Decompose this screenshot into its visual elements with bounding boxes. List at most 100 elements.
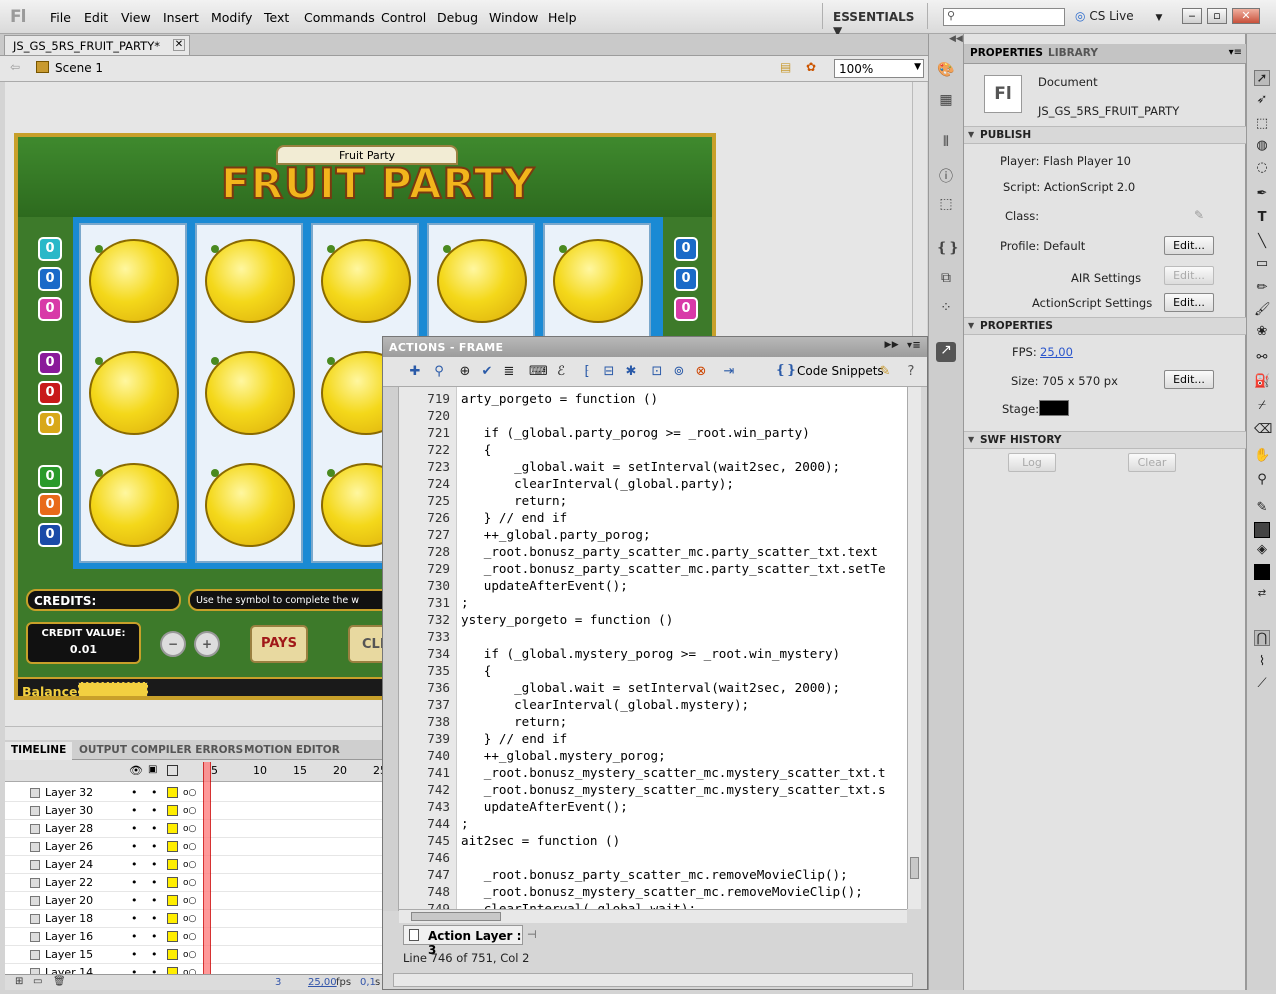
paint-bucket-tool-icon[interactable]: ⛽: [1254, 374, 1270, 390]
size-edit-button[interactable]: Edit...: [1164, 370, 1214, 389]
outline-icon[interactable]: [167, 765, 178, 776]
menu-window[interactable]: Window: [489, 10, 538, 25]
code-line[interactable]: clearInterval(_global.wait);: [461, 901, 696, 909]
tab-motion-editor[interactable]: MOTION EDITOR: [238, 742, 346, 760]
code-line[interactable]: } // end if: [461, 731, 567, 748]
tab-library[interactable]: LIBRARY: [1048, 47, 1098, 59]
layer-name[interactable]: Layer 20: [45, 894, 93, 907]
code-line[interactable]: updateAfterEvent();: [461, 578, 628, 595]
code-snippets-icon[interactable]: ❴❵: [775, 363, 797, 378]
code-line[interactable]: _global.wait = setInterval(wait2sec, 200…: [461, 459, 840, 476]
visibility-dot[interactable]: •: [131, 912, 138, 925]
code-line[interactable]: if (_global.party_porog >= _root.win_par…: [461, 425, 810, 442]
scene-label[interactable]: Scene 1: [55, 61, 103, 75]
code-line[interactable]: return;: [461, 714, 567, 731]
collapse-panel-icon[interactable]: ▶▶: [885, 340, 899, 350]
text-tool-icon[interactable]: T: [1254, 210, 1270, 226]
selection-tool-icon[interactable]: ➚: [1254, 70, 1270, 86]
pencil-icon[interactable]: ✎: [1194, 208, 1204, 222]
layer-row[interactable]: Layer 28 • • o○: [5, 820, 385, 838]
code-line[interactable]: _root.bonusz_mystery_scatter_mc.mystery_…: [461, 765, 886, 782]
back-arrow-icon[interactable]: ⇦: [10, 60, 20, 74]
lasso-tool-icon[interactable]: ◌: [1254, 160, 1270, 176]
code-line[interactable]: _root.bonusz_party_scatter_mc.removeMovi…: [461, 867, 848, 884]
scroll-thumb[interactable]: [411, 912, 501, 921]
lock-icon[interactable]: ▣: [148, 764, 157, 775]
free-transform-tool-icon[interactable]: ⬚: [1254, 116, 1270, 132]
visibility-dot[interactable]: •: [131, 894, 138, 907]
lock-dot[interactable]: •: [151, 786, 158, 799]
layer-name[interactable]: Layer 16: [45, 930, 93, 943]
menu-modify[interactable]: Modify: [211, 10, 252, 25]
menu-text[interactable]: Text: [264, 10, 289, 25]
straighten-icon[interactable]: ⟋: [1254, 676, 1270, 692]
code-editor[interactable]: 719 720 721 722 723 724 725 726 727 728 729 730 731 7…: [399, 387, 907, 909]
keyframe-icon[interactable]: o○: [183, 806, 196, 816]
swf-history-section-header[interactable]: SWF HISTORY: [964, 431, 1246, 449]
actions-panel-title[interactable]: ACTIONS - FRAME ▶▶ ▾≡: [383, 337, 927, 357]
layer-row[interactable]: Layer 30 • • o○: [5, 802, 385, 820]
lock-dot[interactable]: •: [151, 876, 158, 889]
add-statement-icon[interactable]: ✚: [407, 364, 423, 380]
layer-name[interactable]: Layer 28: [45, 822, 93, 835]
pin-script-icon[interactable]: ⊣: [527, 928, 537, 941]
subselection-tool-icon[interactable]: ➶: [1254, 92, 1270, 108]
code-line[interactable]: arty_porgeto = function (): [461, 391, 658, 408]
layer-row[interactable]: Layer 24 • • o○: [5, 856, 385, 874]
profile-edit-button[interactable]: Edit...: [1164, 236, 1214, 255]
menu-commands[interactable]: Commands: [304, 10, 375, 25]
layer-name[interactable]: Layer 30: [45, 804, 93, 817]
panel-menu-icon[interactable]: ▾≡: [907, 340, 921, 351]
close-button[interactable]: ✕: [1232, 8, 1260, 24]
menu-control[interactable]: Control: [381, 10, 426, 25]
outline-color-swatch[interactable]: [167, 931, 178, 942]
code-line[interactable]: _root.bonusz_mystery_scatter_mc.removeMo…: [461, 884, 863, 901]
menu-view[interactable]: View: [121, 10, 151, 25]
fps-value[interactable]: 25,00: [1040, 345, 1073, 359]
air-settings-edit-button[interactable]: Edit...: [1164, 266, 1214, 285]
check-syntax-icon[interactable]: ✔: [479, 364, 495, 380]
visibility-dot[interactable]: •: [131, 822, 138, 835]
publish-section-header[interactable]: PUBLISH: [964, 126, 1246, 144]
edit-scene-icon[interactable]: ▤: [780, 60, 791, 74]
eyedropper-tool-icon[interactable]: ⌿: [1254, 398, 1270, 414]
swap-colors-icon[interactable]: ⇄: [1254, 586, 1270, 602]
layer-row[interactable]: Layer 22 • • o○: [5, 874, 385, 892]
stroke-color-swatch[interactable]: [1254, 522, 1270, 538]
lock-dot[interactable]: •: [151, 930, 158, 943]
code-line[interactable]: ++_global.mystery_porog;: [461, 748, 666, 765]
keyframe-icon[interactable]: o○: [183, 950, 196, 960]
visibility-dot[interactable]: •: [131, 804, 138, 817]
layer-name[interactable]: Layer 22: [45, 876, 93, 889]
code-snippets-button[interactable]: Code Snippets: [797, 364, 884, 378]
layer-name[interactable]: Layer 18: [45, 912, 93, 925]
deco-tool-icon[interactable]: ❀: [1254, 324, 1270, 340]
layer-row[interactable]: Layer 18 • • o○: [5, 910, 385, 928]
zoom-select[interactable]: 100% ▼: [834, 59, 924, 78]
lock-dot[interactable]: •: [151, 840, 158, 853]
code-line[interactable]: if (_global.mystery_porog >= _root.win_m…: [461, 646, 840, 663]
outline-color-swatch[interactable]: [167, 823, 178, 834]
fill-color-swatch[interactable]: [1254, 564, 1270, 580]
code-line[interactable]: } // end if: [461, 510, 567, 527]
new-layer-icon[interactable]: ⊞: [15, 976, 23, 987]
visibility-dot[interactable]: •: [131, 930, 138, 943]
outline-color-swatch[interactable]: [167, 877, 178, 888]
pen-tool-icon[interactable]: ✒: [1254, 186, 1270, 202]
show-hide-toolbox-icon[interactable]: ⇥: [721, 364, 737, 380]
document-tab[interactable]: JS_GS_5RS_FRUIT_PARTY* ✕: [4, 35, 190, 55]
tab-output[interactable]: OUTPUT: [73, 742, 133, 760]
code-vertical-scrollbar[interactable]: [907, 387, 921, 909]
motion-presets-panel-icon[interactable]: ⁘: [936, 300, 956, 320]
line-tool-icon[interactable]: ╲: [1254, 234, 1270, 250]
keyframe-icon[interactable]: o○: [183, 788, 196, 798]
collapse-selection-icon[interactable]: ⊟: [601, 364, 617, 380]
workspace-switcher[interactable]: ESSENTIALS ▼: [822, 3, 928, 38]
menu-help[interactable]: Help: [548, 10, 577, 25]
color-panel-icon[interactable]: 🎨: [936, 62, 956, 82]
keyframe-icon[interactable]: o○: [183, 914, 196, 924]
help-icon[interactable]: ?: [903, 364, 919, 380]
playhead[interactable]: [203, 762, 211, 974]
menu-insert[interactable]: Insert: [163, 10, 199, 25]
cs-live-menu[interactable]: ◎ CS Live ▼: [1075, 9, 1162, 23]
